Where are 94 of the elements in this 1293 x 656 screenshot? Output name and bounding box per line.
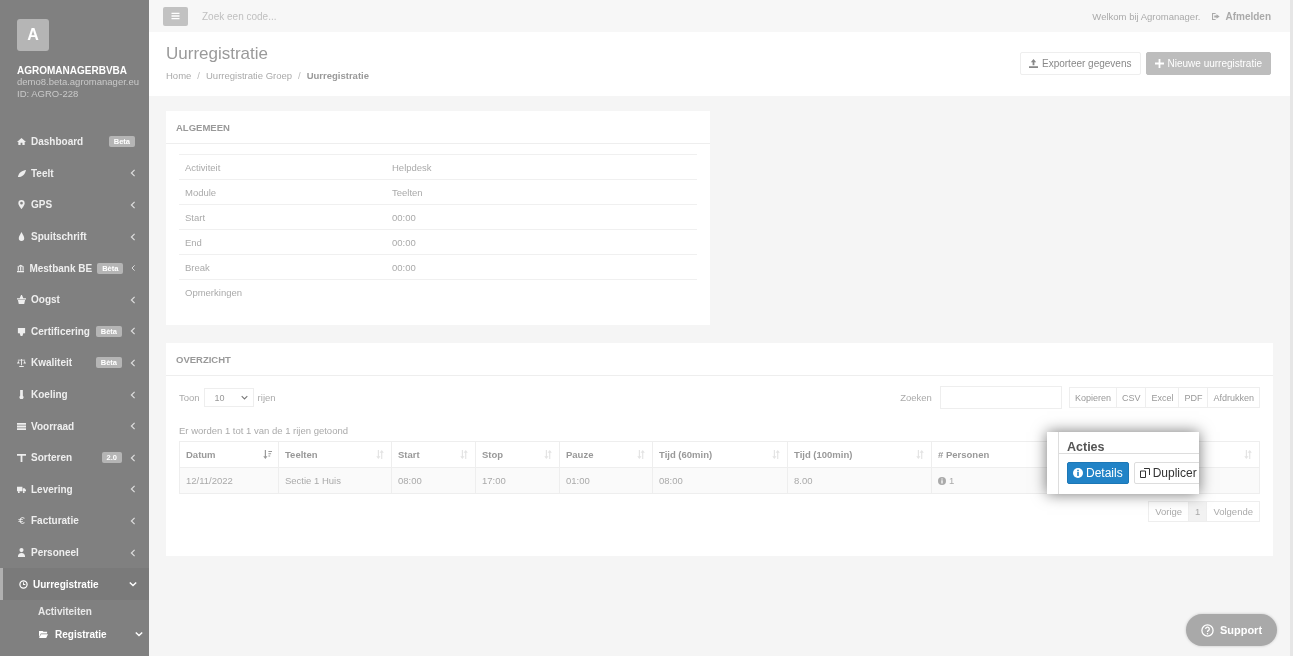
column-header[interactable]: Datum <box>179 441 279 468</box>
table-cell: 08:00 <box>652 467 788 494</box>
length-label: Toon <box>179 392 200 403</box>
menu-icon <box>171 12 180 20</box>
sidebar-item[interactable]: Facturatie <box>0 505 149 537</box>
field-label: Break <box>185 261 211 273</box>
page-title: Uurregistratie <box>166 44 270 64</box>
field-label: Start <box>185 211 207 223</box>
info-icon <box>938 476 946 485</box>
sidebar-item[interactable]: Spuitschrift <box>0 220 149 253</box>
duplicate-button[interactable]: Duplicer <box>1133 462 1199 484</box>
sign-out-icon <box>1212 11 1222 21</box>
drop-icon <box>17 232 26 242</box>
sidebar-item[interactable]: Koeling <box>0 378 149 411</box>
field-label: Module <box>185 186 218 198</box>
menu-button[interactable] <box>163 6 188 26</box>
chevron-down-icon <box>240 394 248 401</box>
thermometer-icon <box>17 390 26 400</box>
breadcrumb-separator: / <box>298 70 301 81</box>
help-icon <box>1200 623 1214 637</box>
euro-icon <box>17 516 26 526</box>
export-button[interactable]: Excel <box>1145 387 1180 408</box>
field-value: 00:00 <box>392 261 416 273</box>
field-label: Activiteit <box>185 161 222 173</box>
sidebar-item[interactable]: Personeel <box>0 536 149 569</box>
list-icon <box>17 421 26 431</box>
upload-icon <box>1029 59 1038 68</box>
basket-icon <box>17 295 26 305</box>
field-value: Helpdesk <box>392 161 432 173</box>
filter-icon <box>17 453 26 463</box>
welcome-text: Welkom bij Agromanager. <box>1092 10 1201 22</box>
plus-icon <box>1154 59 1164 68</box>
details-button[interactable]: Details <box>1067 462 1129 484</box>
column-header[interactable]: Tijd (60min) <box>652 441 788 468</box>
rows-select[interactable]: 10 <box>203 388 254 407</box>
length-label: rijen <box>257 392 276 403</box>
field-value: 00:00 <box>392 236 416 248</box>
bank-icon <box>17 263 25 273</box>
breadcrumb-link[interactable]: Uurregistratie Groep <box>206 70 293 81</box>
export-button[interactable]: CSV <box>1115 387 1147 408</box>
submenu-item[interactable]: Activiteiten <box>0 599 149 623</box>
company-name: AGROMANAGERBVBA <box>17 65 128 76</box>
account-id: ID: AGRO-228 <box>17 88 80 100</box>
sidebar-item[interactable]: Teelt <box>0 157 149 190</box>
new-button[interactable]: Nieuwe uurregistratie <box>1145 52 1271 75</box>
breadcrumb-current: Uurregistratie <box>306 70 369 81</box>
copy-icon <box>1139 468 1150 478</box>
leaf-icon <box>17 168 26 178</box>
domain-text: demo8.beta.agromanager.eu <box>17 76 140 88</box>
popup-title: Acties <box>1066 440 1105 453</box>
search-label: Zoeken <box>900 392 932 403</box>
field-label: End <box>185 236 203 248</box>
table-cell: 12/11/2022 <box>179 467 279 494</box>
table-cell: Sectie 1 Huis <box>278 467 392 494</box>
logout-link[interactable]: Afmelden <box>1212 10 1271 22</box>
pin-icon <box>17 200 26 210</box>
table-cell: 8.00 <box>787 467 932 494</box>
sort-icon <box>1244 450 1253 459</box>
sidebar-item[interactable]: Oogst <box>0 283 149 316</box>
sidebar-item[interactable]: Uurregistratie <box>0 568 149 600</box>
field-label: Opmerkingen <box>185 286 244 298</box>
avatar: A <box>17 19 49 51</box>
section-title: OVERZICHT <box>166 343 1273 376</box>
export-button[interactable]: Afdrukken <box>1207 387 1260 408</box>
export-button[interactable]: PDF <box>1178 387 1209 408</box>
table-cell: 01:00 <box>559 467 653 494</box>
scale-icon <box>17 358 26 368</box>
truck-icon <box>17 484 26 494</box>
export-button[interactable]: Exporteer gegevens <box>1020 52 1141 75</box>
sidebar-item[interactable]: Voorraad <box>0 410 149 442</box>
column-header[interactable]: Stop <box>475 441 560 468</box>
export-button[interactable]: Kopieren <box>1068 387 1117 408</box>
field-value: Teelten <box>392 186 423 198</box>
table-cell: 17:00 <box>475 467 560 494</box>
field-value: 00:00 <box>392 211 416 223</box>
house-icon <box>17 137 26 147</box>
table-cell: 08:00 <box>391 467 476 494</box>
info-icon <box>1073 468 1083 478</box>
submenu-item[interactable]: Registratie <box>0 622 149 646</box>
table-info: Er worden 1 tot 1 van de 1 rijen getoond <box>179 425 349 436</box>
clock-icon <box>19 579 28 589</box>
folder-icon <box>38 629 49 639</box>
column-header[interactable]: Start <box>391 441 476 468</box>
sidebar-item[interactable]: GPS <box>0 189 149 221</box>
person-icon <box>17 548 26 557</box>
column-header[interactable]: Pauze <box>559 441 653 468</box>
breadcrumb-link[interactable]: Home <box>166 70 192 81</box>
section-title: ALGEMEEN <box>166 111 710 144</box>
column-header[interactable]: Teelten <box>278 441 392 468</box>
sidebar-item[interactable]: Levering <box>0 473 149 506</box>
pagination-button[interactable]: Volgende <box>1206 501 1260 522</box>
support-button[interactable]: Support <box>1186 614 1277 646</box>
breadcrumb-separator: / <box>197 70 200 81</box>
column-header[interactable]: Tijd (100min) <box>787 441 932 468</box>
